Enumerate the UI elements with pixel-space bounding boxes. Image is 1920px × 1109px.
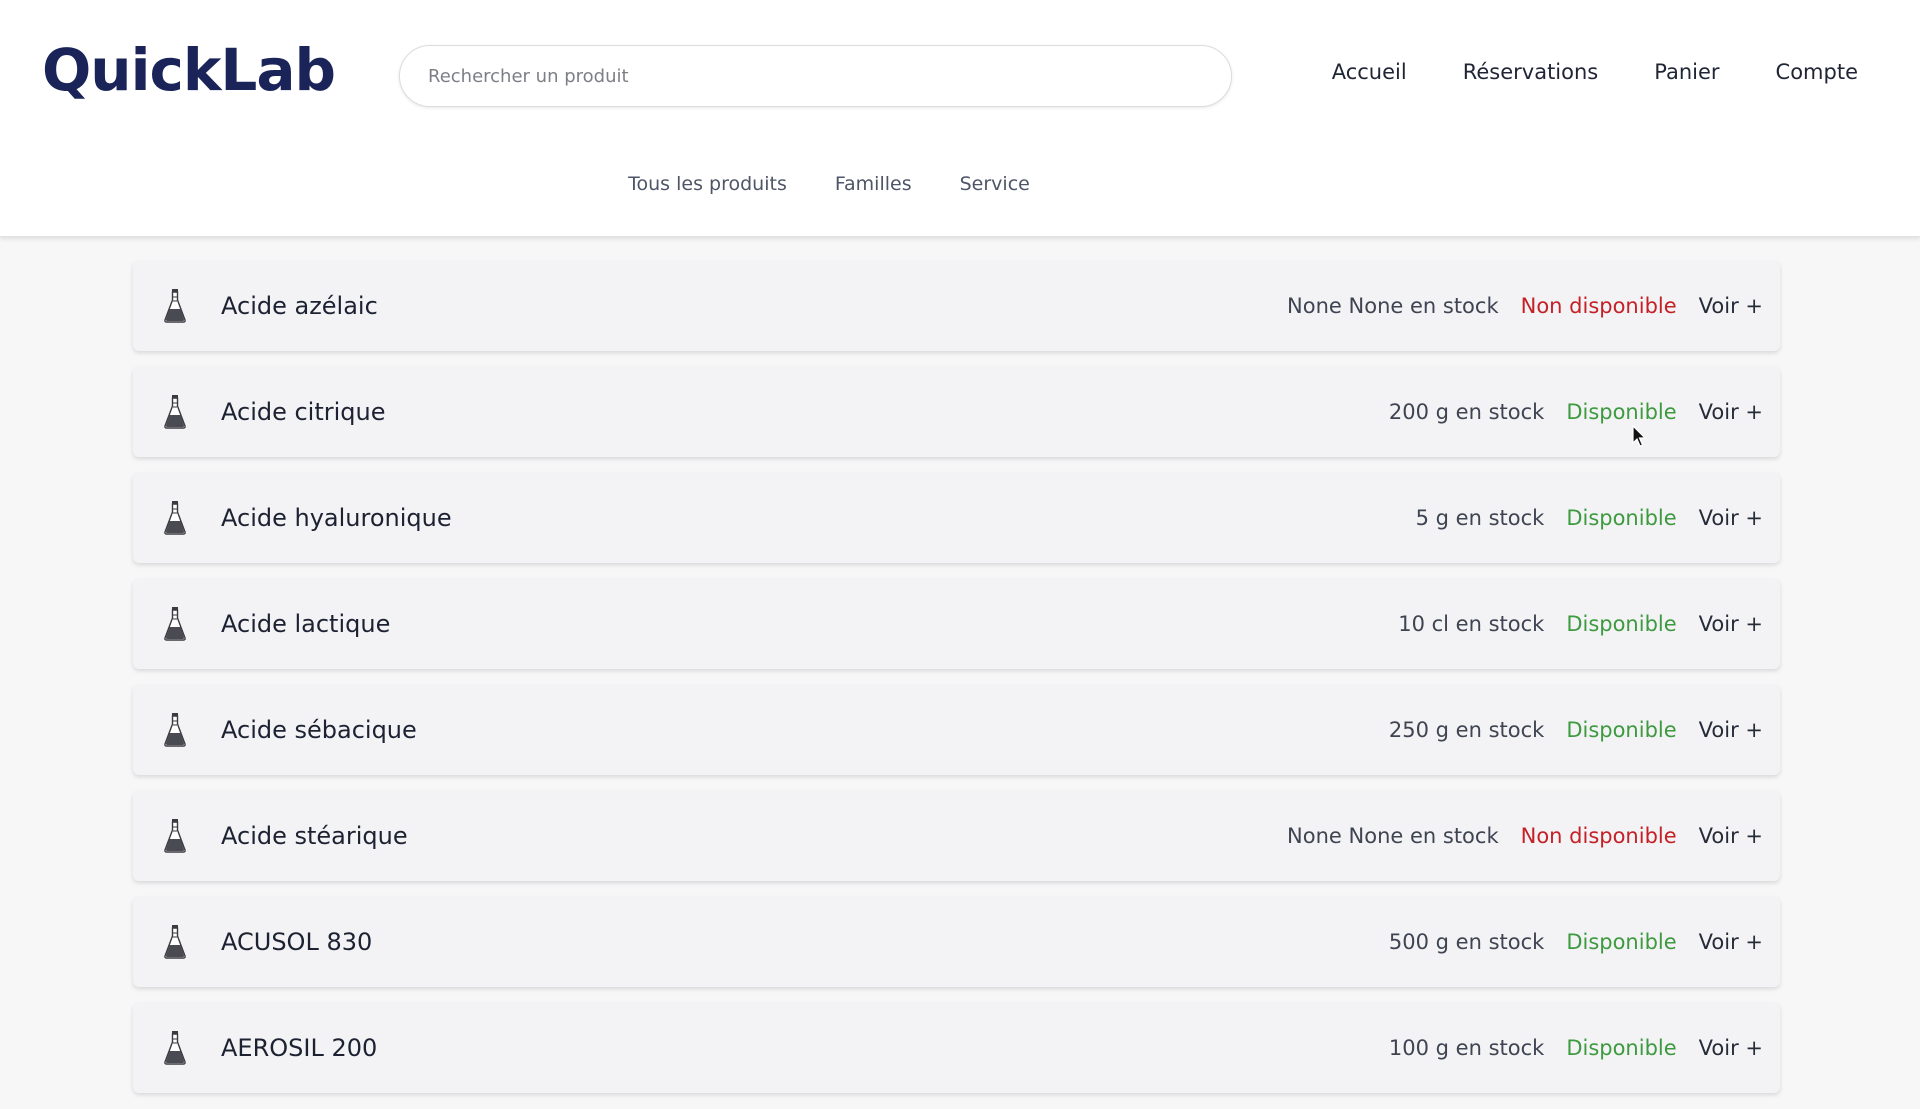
product-row[interactable]: Acide azélaic None None en stock Non dispo… — [133, 261, 1780, 351]
product-meta: None None en stock Non disponible Voir + — [1287, 791, 1763, 881]
stock-quantity: 500 g en stock — [1388, 930, 1545, 954]
availability-status: Disponible — [1566, 930, 1677, 954]
availability-status: Disponible — [1566, 1036, 1677, 1060]
product-meta: None None en stock Non disponible Voir + — [1287, 261, 1763, 351]
product-name[interactable]: Acide sébacique — [221, 716, 417, 744]
availability-status: Non disponible — [1520, 824, 1677, 848]
product-meta: 10 cl en stock Disponible Voir + — [1398, 579, 1763, 669]
subnav-service-link[interactable]: Service — [960, 173, 1030, 195]
site-logo[interactable]: QuickLab — [42, 36, 336, 104]
product-row[interactable]: Acide stéarique None None en stock Non dis… — [133, 791, 1780, 881]
category-nav: Tous les produits Familles Service — [0, 173, 1789, 195]
view-more-link[interactable]: Voir + — [1699, 294, 1763, 318]
product-meta: 250 g en stock Disponible Voir + — [1389, 685, 1763, 775]
product-row[interactable]: Acide hyaluronique 5 g en stock Disponible… — [133, 473, 1780, 563]
flask-icon — [163, 394, 187, 430]
nav-compte-link[interactable]: Compte — [1776, 60, 1858, 84]
main-nav: Accueil Réservations Panier Compte — [1332, 60, 1858, 84]
view-more-link[interactable]: Voir + — [1699, 824, 1763, 848]
flask-icon — [163, 818, 187, 854]
flask-icon — [163, 288, 187, 324]
product-name[interactable]: Acide hyaluronique — [221, 504, 452, 532]
availability-status: Disponible — [1566, 400, 1677, 424]
product-list: Acide azélaic None None en stock Non dispo… — [133, 261, 1780, 1109]
nav-panier-link[interactable]: Panier — [1654, 60, 1719, 84]
flask-icon — [163, 1030, 187, 1066]
availability-status: Disponible — [1566, 506, 1677, 530]
product-meta: 200 g en stock Disponible Voir + — [1389, 367, 1763, 457]
stock-quantity: 100 g en stock — [1388, 1036, 1545, 1060]
stock-quantity: 200 g en stock — [1388, 400, 1545, 424]
view-more-link[interactable]: Voir + — [1699, 612, 1763, 636]
product-meta: 500 g en stock Disponible Voir + — [1389, 897, 1763, 987]
product-row[interactable]: Acide sébacique 250 g en stock Disponible V… — [133, 685, 1780, 775]
flask-icon — [163, 712, 187, 748]
view-more-link[interactable]: Voir + — [1699, 718, 1763, 742]
nav-reservations-link[interactable]: Réservations — [1463, 60, 1599, 84]
product-name[interactable]: Acide citrique — [221, 398, 386, 426]
view-more-link[interactable]: Voir + — [1699, 506, 1763, 530]
product-meta: 100 g en stock Disponible Voir + — [1389, 1003, 1763, 1093]
subnav-families-link[interactable]: Familles — [835, 173, 912, 195]
stock-quantity: 10 cl en stock — [1398, 612, 1545, 636]
product-name[interactable]: Acide stéarique — [221, 822, 408, 850]
product-name[interactable]: Acide azélaic — [221, 292, 378, 320]
stock-quantity: 5 g en stock — [1415, 506, 1545, 530]
stock-quantity: 250 g en stock — [1388, 718, 1545, 742]
view-more-link[interactable]: Voir + — [1699, 1036, 1763, 1060]
availability-status: Non disponible — [1520, 294, 1677, 318]
product-name[interactable]: ACUSOL 830 — [221, 928, 372, 956]
mouse-cursor-icon — [1632, 425, 1647, 447]
stock-quantity: None None en stock — [1287, 294, 1499, 318]
product-meta: 5 g en stock Disponible Voir + — [1416, 473, 1763, 563]
stock-quantity: None None en stock — [1287, 824, 1499, 848]
product-name[interactable]: Acide lactique — [221, 610, 390, 638]
view-more-link[interactable]: Voir + — [1699, 930, 1763, 954]
product-name[interactable]: AEROSIL 200 — [221, 1034, 377, 1062]
product-row[interactable]: Acide citrique 200 g en stock Disponible Vo… — [133, 367, 1780, 457]
flask-icon — [163, 606, 187, 642]
product-row[interactable]: ACUSOL 830 500 g en stock Disponible Voir + — [133, 897, 1780, 987]
product-row[interactable]: AEROSIL 200 100 g en stock Disponible Voir … — [133, 1003, 1780, 1093]
flask-icon — [163, 924, 187, 960]
product-row[interactable]: Acide lactique 10 cl en stock Disponible Vo… — [133, 579, 1780, 669]
subnav-all-products-link[interactable]: Tous les produits — [628, 173, 787, 195]
search-input[interactable] — [399, 45, 1232, 107]
availability-status: Disponible — [1566, 718, 1677, 742]
flask-icon — [163, 500, 187, 536]
nav-accueil-link[interactable]: Accueil — [1332, 60, 1407, 84]
view-more-link[interactable]: Voir + — [1699, 400, 1763, 424]
site-header: QuickLab Accueil Réservations Panier Com… — [0, 0, 1920, 237]
availability-status: Disponible — [1566, 612, 1677, 636]
